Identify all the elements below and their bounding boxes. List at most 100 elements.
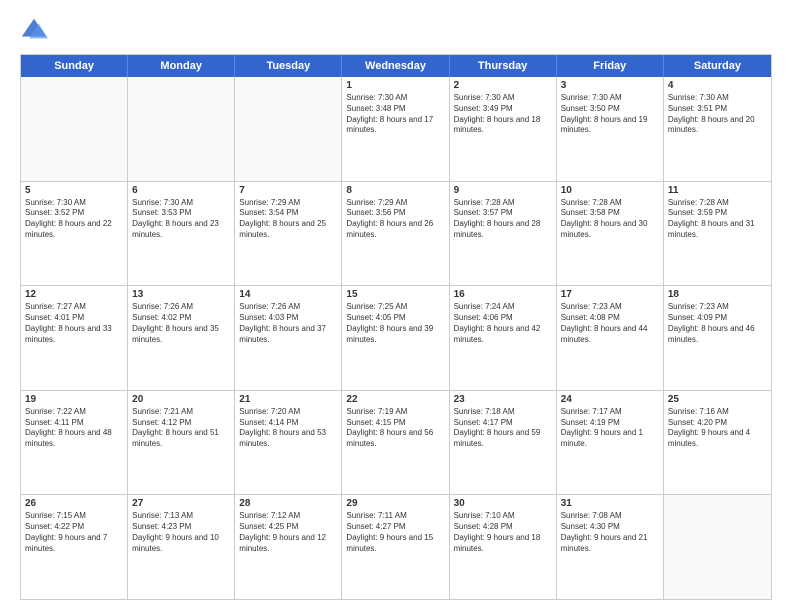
day-number: 12	[25, 289, 123, 300]
day-number: 30	[454, 498, 552, 509]
cell-info: Sunrise: 7:18 AM Sunset: 4:17 PM Dayligh…	[454, 407, 552, 450]
logo	[20, 16, 52, 44]
cell-info: Sunrise: 7:29 AM Sunset: 3:54 PM Dayligh…	[239, 198, 337, 241]
day-number: 18	[668, 289, 767, 300]
calendar-cell: 11 Sunrise: 7:28 AM Sunset: 3:59 PM Dayli…	[664, 182, 771, 286]
calendar-body: 1 Sunrise: 7:30 AM Sunset: 3:48 PM Daylig…	[21, 77, 771, 599]
calendar-cell: 10 Sunrise: 7:28 AM Sunset: 3:58 PM Dayli…	[557, 182, 664, 286]
calendar-cell	[21, 77, 128, 181]
calendar: SundayMondayTuesdayWednesdayThursdayFrid…	[20, 54, 772, 600]
cell-info: Sunrise: 7:17 AM Sunset: 4:19 PM Dayligh…	[561, 407, 659, 450]
calendar-cell: 8 Sunrise: 7:29 AM Sunset: 3:56 PM Daylig…	[342, 182, 449, 286]
calendar-cell: 20 Sunrise: 7:21 AM Sunset: 4:12 PM Dayli…	[128, 391, 235, 495]
day-number: 4	[668, 80, 767, 91]
day-number: 20	[132, 394, 230, 405]
logo-icon	[20, 16, 48, 44]
calendar-cell: 31Sunrise: 7:08 AM Sunset: 4:30 PM Dayli…	[557, 495, 664, 599]
calendar-cell: 17Sunrise: 7:23 AM Sunset: 4:08 PM Dayli…	[557, 286, 664, 390]
cell-info: Sunrise: 7:19 AM Sunset: 4:15 PM Dayligh…	[346, 407, 444, 450]
calendar-cell: 12 Sunrise: 7:27 AM Sunset: 4:01 PM Dayli…	[21, 286, 128, 390]
calendar-cell: 5 Sunrise: 7:30 AM Sunset: 3:52 PM Daylig…	[21, 182, 128, 286]
day-number: 19	[25, 394, 123, 405]
calendar-header-cell: Monday	[128, 55, 235, 77]
day-number: 27	[132, 498, 230, 509]
calendar-cell	[235, 77, 342, 181]
calendar-cell: 7 Sunrise: 7:29 AM Sunset: 3:54 PM Daylig…	[235, 182, 342, 286]
calendar-week: 19 Sunrise: 7:22 AM Sunset: 4:11 PM Dayli…	[21, 391, 771, 496]
calendar-cell: 14 Sunrise: 7:26 AM Sunset: 4:03 PM Dayli…	[235, 286, 342, 390]
cell-info: Sunrise: 7:21 AM Sunset: 4:12 PM Dayligh…	[132, 407, 230, 450]
cell-info: Sunrise: 7:29 AM Sunset: 3:56 PM Dayligh…	[346, 198, 444, 241]
calendar-cell: 15 Sunrise: 7:25 AM Sunset: 4:05 PM Dayli…	[342, 286, 449, 390]
cell-info: Sunrise: 7:15 AM Sunset: 4:22 PM Dayligh…	[25, 511, 123, 554]
calendar-week: 1 Sunrise: 7:30 AM Sunset: 3:48 PM Daylig…	[21, 77, 771, 182]
calendar-header: SundayMondayTuesdayWednesdayThursdayFrid…	[21, 55, 771, 77]
calendar-cell	[664, 495, 771, 599]
calendar-cell: 29 Sunrise: 7:11 AM Sunset: 4:27 PM Dayli…	[342, 495, 449, 599]
day-number: 13	[132, 289, 230, 300]
page: SundayMondayTuesdayWednesdayThursdayFrid…	[0, 0, 792, 612]
calendar-week: 26 Sunrise: 7:15 AM Sunset: 4:22 PM Dayli…	[21, 495, 771, 599]
day-number: 2	[454, 80, 552, 91]
day-number: 23	[454, 394, 552, 405]
calendar-cell: 4 Sunrise: 7:30 AM Sunset: 3:51 PM Daylig…	[664, 77, 771, 181]
day-number: 22	[346, 394, 444, 405]
calendar-cell	[128, 77, 235, 181]
cell-info: Sunrise: 7:13 AM Sunset: 4:23 PM Dayligh…	[132, 511, 230, 554]
day-number: 24	[561, 394, 659, 405]
day-number: 21	[239, 394, 337, 405]
calendar-cell: 19 Sunrise: 7:22 AM Sunset: 4:11 PM Dayli…	[21, 391, 128, 495]
day-number: 7	[239, 185, 337, 196]
cell-info: Sunrise: 7:26 AM Sunset: 4:03 PM Dayligh…	[239, 302, 337, 345]
cell-info: Sunrise: 7:10 AM Sunset: 4:28 PM Dayligh…	[454, 511, 552, 554]
day-number: 5	[25, 185, 123, 196]
cell-info: Sunrise: 7:26 AM Sunset: 4:02 PM Dayligh…	[132, 302, 230, 345]
cell-info: Sunrise: 7:28 AM Sunset: 3:57 PM Dayligh…	[454, 198, 552, 241]
cell-info: Sunrise: 7:30 AM Sunset: 3:48 PM Dayligh…	[346, 93, 444, 136]
cell-info: Sunrise: 7:27 AM Sunset: 4:01 PM Dayligh…	[25, 302, 123, 345]
cell-info: Sunrise: 7:16 AM Sunset: 4:20 PM Dayligh…	[668, 407, 767, 450]
calendar-cell: 18 Sunrise: 7:23 AM Sunset: 4:09 PM Dayli…	[664, 286, 771, 390]
day-number: 31	[561, 498, 659, 509]
cell-info: Sunrise: 7:25 AM Sunset: 4:05 PM Dayligh…	[346, 302, 444, 345]
calendar-cell: 27 Sunrise: 7:13 AM Sunset: 4:23 PM Dayli…	[128, 495, 235, 599]
calendar-header-cell: Wednesday	[342, 55, 449, 77]
day-number: 6	[132, 185, 230, 196]
calendar-cell: 21Sunrise: 7:20 AM Sunset: 4:14 PM Dayli…	[235, 391, 342, 495]
calendar-cell: 16Sunrise: 7:24 AM Sunset: 4:06 PM Dayli…	[450, 286, 557, 390]
cell-info: Sunrise: 7:12 AM Sunset: 4:25 PM Dayligh…	[239, 511, 337, 554]
calendar-week: 5 Sunrise: 7:30 AM Sunset: 3:52 PM Daylig…	[21, 182, 771, 287]
cell-info: Sunrise: 7:22 AM Sunset: 4:11 PM Dayligh…	[25, 407, 123, 450]
calendar-cell: 6 Sunrise: 7:30 AM Sunset: 3:53 PM Daylig…	[128, 182, 235, 286]
day-number: 26	[25, 498, 123, 509]
calendar-cell: 24 Sunrise: 7:17 AM Sunset: 4:19 PM Dayli…	[557, 391, 664, 495]
cell-info: Sunrise: 7:28 AM Sunset: 3:59 PM Dayligh…	[668, 198, 767, 241]
day-number: 10	[561, 185, 659, 196]
cell-info: Sunrise: 7:23 AM Sunset: 4:09 PM Dayligh…	[668, 302, 767, 345]
day-number: 29	[346, 498, 444, 509]
header	[20, 16, 772, 44]
calendar-cell: 30 Sunrise: 7:10 AM Sunset: 4:28 PM Dayli…	[450, 495, 557, 599]
day-number: 14	[239, 289, 337, 300]
calendar-cell: 9Sunrise: 7:28 AM Sunset: 3:57 PM Daylig…	[450, 182, 557, 286]
day-number: 17	[561, 289, 659, 300]
calendar-header-cell: Sunday	[21, 55, 128, 77]
day-number: 8	[346, 185, 444, 196]
calendar-cell: 26 Sunrise: 7:15 AM Sunset: 4:22 PM Dayli…	[21, 495, 128, 599]
calendar-cell: 22 Sunrise: 7:19 AM Sunset: 4:15 PM Dayli…	[342, 391, 449, 495]
day-number: 11	[668, 185, 767, 196]
cell-info: Sunrise: 7:28 AM Sunset: 3:58 PM Dayligh…	[561, 198, 659, 241]
calendar-cell: 28 Sunrise: 7:12 AM Sunset: 4:25 PM Dayli…	[235, 495, 342, 599]
cell-info: Sunrise: 7:11 AM Sunset: 4:27 PM Dayligh…	[346, 511, 444, 554]
cell-info: Sunrise: 7:30 AM Sunset: 3:52 PM Dayligh…	[25, 198, 123, 241]
calendar-header-cell: Saturday	[664, 55, 771, 77]
calendar-cell: 1 Sunrise: 7:30 AM Sunset: 3:48 PM Daylig…	[342, 77, 449, 181]
day-number: 15	[346, 289, 444, 300]
cell-info: Sunrise: 7:30 AM Sunset: 3:51 PM Dayligh…	[668, 93, 767, 136]
calendar-header-cell: Tuesday	[235, 55, 342, 77]
day-number: 16	[454, 289, 552, 300]
cell-info: Sunrise: 7:30 AM Sunset: 3:53 PM Dayligh…	[132, 198, 230, 241]
day-number: 28	[239, 498, 337, 509]
day-number: 1	[346, 80, 444, 91]
calendar-cell: 25Sunrise: 7:16 AM Sunset: 4:20 PM Dayli…	[664, 391, 771, 495]
